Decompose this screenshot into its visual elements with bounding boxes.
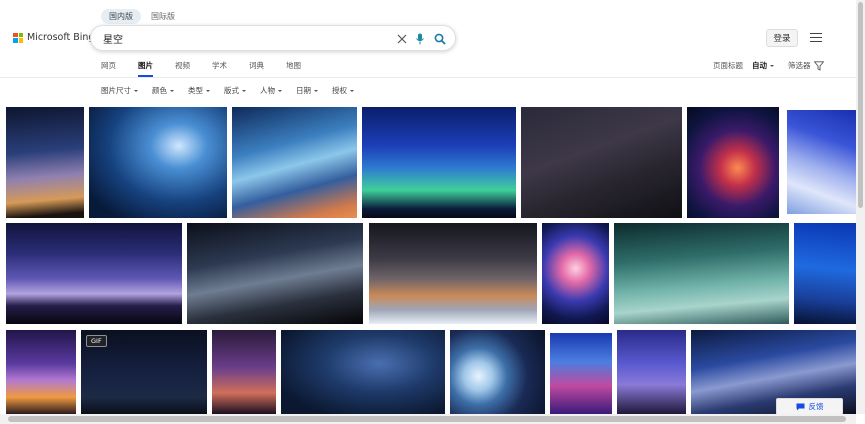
snowy-milky-way-image[interactable] <box>369 223 537 324</box>
feedback-icon <box>796 403 804 410</box>
shooting-stars-image[interactable] <box>89 107 227 218</box>
filter-label: 图片尺寸 <box>101 86 131 95</box>
purple-mountains-night-image[interactable] <box>617 330 686 414</box>
vertical-scrollbar[interactable] <box>856 0 865 414</box>
search-icon[interactable] <box>432 31 448 47</box>
region-tabs: 国内版 国际版 <box>101 9 183 24</box>
hamburger-menu-icon[interactable] <box>810 33 822 43</box>
blue-tree-night-image[interactable] <box>794 223 856 324</box>
colorful-nebula-image[interactable] <box>542 223 609 324</box>
horizontal-scrollbar[interactable] <box>0 414 856 424</box>
milky-way-image[interactable] <box>6 107 84 218</box>
region-tab-international[interactable]: 国际版 <box>143 9 183 24</box>
auto-dropdown[interactable]: 自动 <box>752 60 774 71</box>
silhouettes-milky-way-image[interactable] <box>187 223 363 324</box>
filter-label: 类型 <box>188 86 203 95</box>
tab-dictionary[interactable]: 词典 <box>249 60 264 76</box>
bing-image-search-page: 国内版 国际版 Microsoft Bing 登录 网页 图片 视频 学术 词典… <box>0 0 865 424</box>
purple-horizon-image[interactable] <box>212 330 276 414</box>
clear-icon[interactable] <box>394 31 410 47</box>
logo-text: Microsoft Bing <box>27 32 95 43</box>
tab-videos[interactable]: 视频 <box>175 60 190 76</box>
filter-label: 筛选器 <box>788 61 811 70</box>
vertical-scroll-thumb[interactable] <box>858 2 863 208</box>
dark-blue-nebula-image[interactable] <box>281 330 445 414</box>
search-input[interactable] <box>103 32 383 44</box>
feedback-button[interactable]: 反馈 <box>776 398 843 415</box>
feedback-label: 反馈 <box>808 402 824 411</box>
chevron-down-icon <box>314 89 318 92</box>
header-divider <box>0 77 865 78</box>
dark-starry-sky-image[interactable] <box>521 107 682 218</box>
search-box <box>90 25 456 51</box>
chevron-down-icon <box>170 89 174 92</box>
chevron-down-icon <box>770 64 774 67</box>
tab-images[interactable]: 图片 <box>138 60 153 77</box>
purple-sunset-image[interactable] <box>6 330 76 414</box>
filter-funnel-icon <box>813 60 824 71</box>
filter-people[interactable]: 人物 <box>260 85 282 96</box>
chevron-down-icon <box>134 89 138 92</box>
blue-clouds-image[interactable] <box>787 110 856 214</box>
filter-label: 授权 <box>332 86 347 95</box>
purple-mountains-image[interactable] <box>6 223 182 324</box>
tab-academic[interactable]: 学术 <box>212 60 227 76</box>
filter-bar: 图片尺寸 颜色 类型 版式 人物 日期 授权 <box>101 85 368 96</box>
tab-web[interactable]: 网页 <box>101 60 116 76</box>
nav-tabs: 网页 图片 视频 学术 词典 地图 <box>101 60 323 77</box>
blue-nebula-image[interactable] <box>232 107 357 218</box>
chevron-down-icon <box>242 89 246 92</box>
planet-space-image[interactable] <box>450 330 545 414</box>
filter-color[interactable]: 颜色 <box>152 85 174 96</box>
filter-type[interactable]: 类型 <box>188 85 210 96</box>
chevron-down-icon <box>350 89 354 92</box>
filter-image-size[interactable]: 图片尺寸 <box>101 85 138 96</box>
filter-label: 版式 <box>224 86 239 95</box>
meteor-shower-image[interactable] <box>362 107 516 218</box>
microphone-icon[interactable] <box>412 31 428 47</box>
galaxy-nebula-image[interactable] <box>687 107 779 218</box>
filter-label: 人物 <box>260 86 275 95</box>
filter-license[interactable]: 授权 <box>332 85 354 96</box>
gif-badge: GIF <box>86 335 107 347</box>
filter-layout[interactable]: 版式 <box>224 85 246 96</box>
microsoft-logo-icon <box>13 32 23 43</box>
nebula-portrait-image[interactable] <box>550 333 612 414</box>
tab-maps[interactable]: 地图 <box>286 60 301 76</box>
region-tab-domestic[interactable]: 国内版 <box>101 9 141 24</box>
filter-date[interactable]: 日期 <box>296 85 318 96</box>
filter-label: 日期 <box>296 86 311 95</box>
filter-label: 颜色 <box>152 86 167 95</box>
gif-starry-image[interactable]: GIF <box>81 330 207 414</box>
chevron-down-icon <box>278 89 282 92</box>
page-title-label: 页面标题 <box>713 61 743 70</box>
auto-label: 自动 <box>752 61 767 70</box>
filter-button[interactable]: 筛选器 <box>788 60 824 71</box>
bing-logo[interactable]: Microsoft Bing <box>13 32 94 43</box>
chevron-down-icon <box>206 89 210 92</box>
horizontal-scroll-thumb[interactable] <box>8 416 846 422</box>
teal-aurora-image[interactable] <box>614 223 789 324</box>
login-button[interactable]: 登录 <box>766 29 798 47</box>
